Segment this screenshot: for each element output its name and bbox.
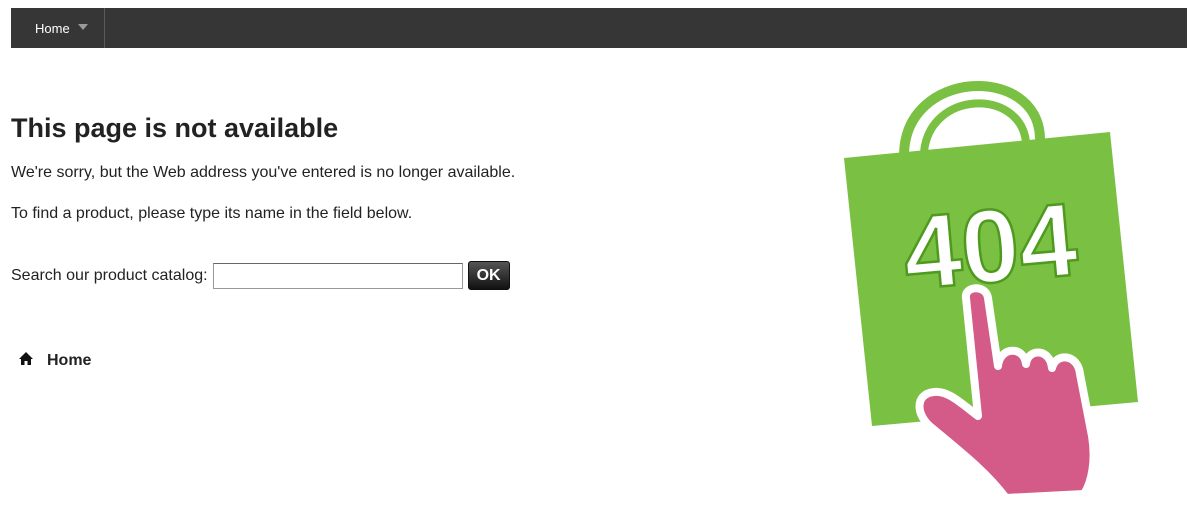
nav-item-home[interactable]: Home	[11, 8, 105, 48]
search-instruction: To find a product, please type its name …	[11, 205, 413, 222]
search-label: Search our product catalog:	[11, 266, 208, 284]
nav-item-label: Home	[35, 20, 70, 36]
chevron-down-icon	[77, 24, 88, 30]
ok-button[interactable]: OK	[467, 261, 510, 290]
search-input[interactable]	[212, 262, 463, 289]
search-form: Search our product catalog: OK	[11, 261, 711, 290]
page-title: This page is not available	[11, 113, 339, 143]
top-navbar: Home	[11, 8, 1187, 48]
404-bag-illustration: 404	[844, 81, 1138, 502]
home-link[interactable]: Home	[19, 351, 711, 370]
error-message: We're sorry, but the Web address you've …	[11, 164, 516, 181]
home-icon	[19, 351, 33, 365]
home-link-label: Home	[47, 352, 92, 369]
main-content: This page is not available We're sorry, …	[11, 110, 711, 370]
